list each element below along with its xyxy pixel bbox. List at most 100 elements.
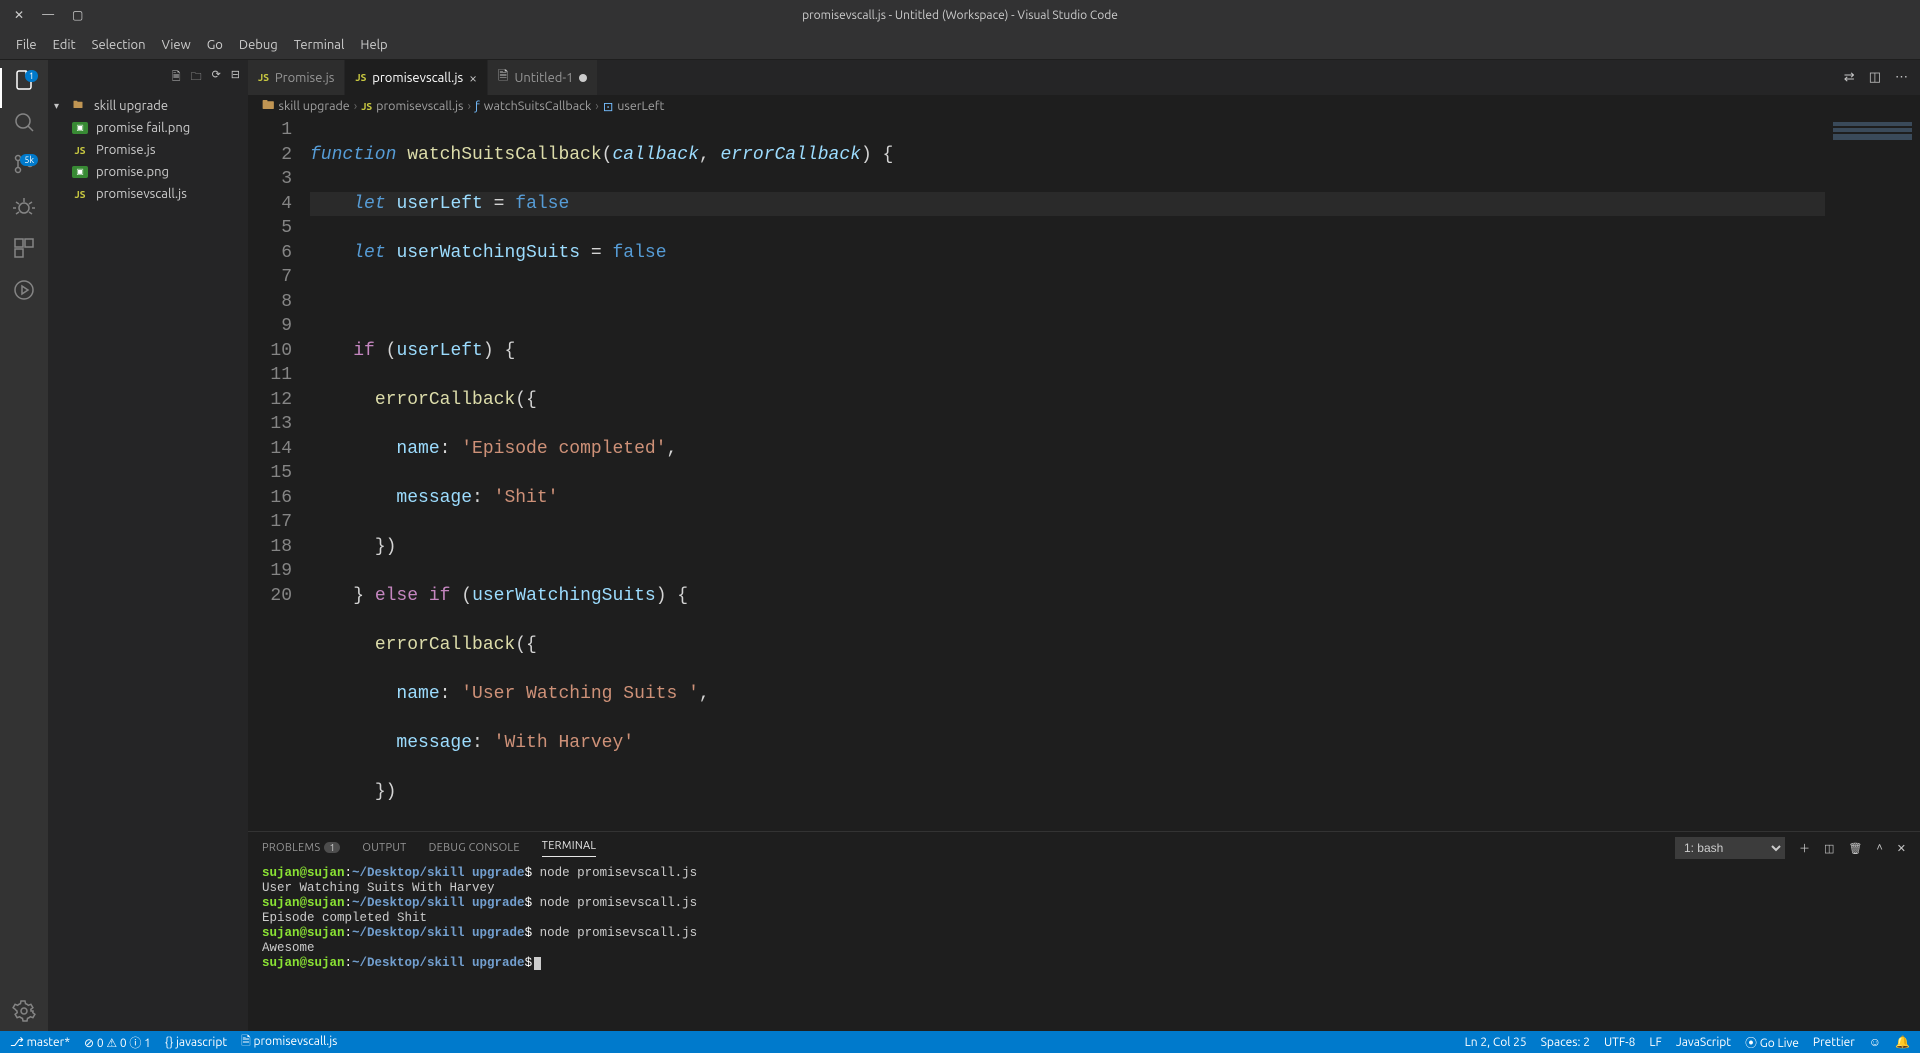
breadcrumb-symbol[interactable]: watchSuitsCallback: [484, 99, 592, 113]
new-folder-icon[interactable]: 🗀: [191, 68, 202, 87]
js-icon: JS: [355, 72, 366, 83]
file-tree: ▾ 🖿 skill upgrade ▣ promise fail.png JS …: [48, 95, 248, 205]
menubar: File Edit Selection View Go Debug Termin…: [0, 30, 1920, 60]
line-number-gutter: 1 2 3 4 5 6 7 8 9 10 11 12 13 14 15 16 1…: [248, 117, 310, 831]
file-label: promise fail.png: [96, 121, 190, 135]
activity-bar: 1 5k: [0, 60, 48, 1031]
status-bar: ⎇ master* ⊘ 0 ⚠ 0 ⓘ 1 {} javascript 🗎 pr…: [0, 1031, 1920, 1053]
dirty-indicator-icon: [579, 74, 587, 82]
tab-label: Promise.js: [275, 71, 335, 85]
terminal-select[interactable]: 1: bash: [1675, 837, 1785, 859]
status-line-col[interactable]: Ln 2, Col 25: [1465, 1036, 1527, 1049]
tab-label: Untitled-1: [515, 71, 574, 85]
panel-tab-problems[interactable]: PROBLEMS1: [262, 842, 340, 854]
status-spaces[interactable]: Spaces: 2: [1541, 1036, 1590, 1049]
file-label: Promise.js: [96, 143, 156, 157]
scm-badge: 5k: [20, 154, 38, 166]
breadcrumb-file[interactable]: promisevscall.js: [376, 99, 463, 113]
breadcrumb-folder[interactable]: skill upgrade: [279, 99, 350, 113]
editor-group: JS Promise.js JS promisevscall.js × 🗎 Un…: [248, 60, 1920, 1031]
folder-icon: 🖿: [70, 98, 86, 114]
panel-tab-terminal[interactable]: TERMINAL: [542, 840, 597, 857]
status-errors[interactable]: ⊘ 0 ⚠ 0 ⓘ 1: [84, 1034, 151, 1051]
terminal-output: Awesome: [262, 941, 1906, 956]
symbol-variable-icon: ⊡: [603, 99, 613, 114]
panel-tab-output[interactable]: OUTPUT: [362, 842, 406, 854]
file-promise-js[interactable]: JS Promise.js: [48, 139, 248, 161]
folder-icon: 🖿: [262, 96, 275, 117]
close-panel-icon[interactable]: ✕: [1897, 842, 1906, 855]
breadcrumb-symbol[interactable]: userLeft: [617, 99, 664, 113]
maximize-panel-icon[interactable]: ˄: [1876, 842, 1882, 854]
folder-skill-upgrade[interactable]: ▾ 🖿 skill upgrade: [48, 95, 248, 117]
status-prettier[interactable]: Prettier: [1813, 1036, 1855, 1049]
settings-gear-icon[interactable]: [12, 999, 36, 1023]
code-editor[interactable]: function watchSuitsCallback(callback, er…: [310, 117, 1825, 831]
image-icon: ▣: [72, 166, 88, 178]
terminal-cursor: [534, 957, 541, 970]
minimize-icon[interactable]: —: [42, 8, 54, 22]
status-file[interactable]: 🗎 promisevscall.js: [241, 1032, 337, 1053]
menu-edit[interactable]: Edit: [45, 38, 84, 52]
source-control-icon[interactable]: 5k: [12, 152, 36, 176]
file-promise-png[interactable]: ▣ promise.png: [48, 161, 248, 183]
file-icon: 🗎: [498, 67, 508, 89]
menu-go[interactable]: Go: [199, 38, 231, 52]
extensions-icon[interactable]: [12, 236, 36, 260]
status-bell-icon[interactable]: 🔔: [1895, 1035, 1910, 1049]
js-icon: JS: [361, 101, 372, 112]
file-label: promisevscall.js: [96, 187, 187, 201]
status-encoding[interactable]: UTF-8: [1604, 1036, 1635, 1049]
sidebar: EXPLORER 🗎 🗀 ⟳ ⊟ ▾ 🖿 skill upgrade ▣ pro…: [48, 60, 248, 1031]
status-language[interactable]: JavaScript: [1676, 1036, 1731, 1049]
split-terminal-icon[interactable]: ◫: [1824, 842, 1834, 855]
image-icon: ▣: [72, 122, 88, 134]
compare-icon[interactable]: ⇄: [1844, 70, 1855, 85]
split-editor-icon[interactable]: ◫: [1869, 70, 1881, 85]
menu-file[interactable]: File: [8, 38, 45, 52]
menu-terminal[interactable]: Terminal: [286, 38, 353, 52]
status-eol[interactable]: LF: [1649, 1036, 1661, 1049]
kill-terminal-icon[interactable]: 🗑: [1848, 842, 1862, 855]
window-controls: ✕ — ▢: [0, 8, 83, 22]
menu-debug[interactable]: Debug: [231, 38, 286, 52]
new-terminal-icon[interactable]: ＋: [1799, 840, 1810, 856]
more-icon[interactable]: ⋯: [1895, 70, 1908, 85]
tab-promise-js[interactable]: JS Promise.js: [248, 60, 345, 95]
tab-untitled-1[interactable]: 🗎 Untitled-1: [488, 60, 598, 95]
collapse-icon[interactable]: ⊟: [231, 68, 240, 87]
problems-badge: 1: [324, 842, 340, 853]
panel-tab-debug-console[interactable]: DEBUG CONSOLE: [429, 842, 520, 854]
live-share-icon[interactable]: [12, 278, 36, 302]
status-lang-mode[interactable]: {} javascript: [165, 1036, 227, 1049]
tab-label: promisevscall.js: [372, 71, 463, 85]
explorer-icon[interactable]: 1: [12, 68, 36, 92]
breadcrumbs[interactable]: 🖿 skill upgrade › JS promisevscall.js › …: [248, 95, 1920, 117]
folder-label: skill upgrade: [94, 99, 168, 113]
tab-promisevscall-js[interactable]: JS promisevscall.js ×: [345, 60, 488, 95]
debug-icon[interactable]: [12, 194, 36, 218]
file-promisevscall-js[interactable]: JS promisevscall.js: [48, 183, 248, 205]
refresh-icon[interactable]: ⟳: [212, 68, 221, 87]
file-promise-fail-png[interactable]: ▣ promise fail.png: [48, 117, 248, 139]
menu-view[interactable]: View: [154, 38, 199, 52]
file-label: promise.png: [96, 165, 169, 179]
close-tab-icon[interactable]: ×: [469, 70, 477, 86]
menu-help[interactable]: Help: [352, 38, 395, 52]
maximize-icon[interactable]: ▢: [72, 8, 83, 22]
status-feedback-icon[interactable]: ☺: [1869, 1035, 1881, 1049]
status-golive[interactable]: ⦿ Go Live: [1745, 1034, 1799, 1051]
window-title: promisevscall.js - Untitled (Workspace) …: [802, 9, 1118, 22]
menu-selection[interactable]: Selection: [84, 38, 154, 52]
js-icon: JS: [72, 186, 88, 202]
search-icon[interactable]: [12, 110, 36, 134]
editor-area[interactable]: 1 2 3 4 5 6 7 8 9 10 11 12 13 14 15 16 1…: [248, 117, 1920, 831]
new-file-icon[interactable]: 🗎: [172, 68, 181, 87]
minimap[interactable]: [1825, 117, 1920, 831]
titlebar: ✕ — ▢ promisevscall.js - Untitled (Works…: [0, 0, 1920, 30]
terminal-output: User Watching Suits With Harvey: [262, 881, 1906, 896]
js-icon: JS: [258, 72, 269, 83]
terminal[interactable]: sujan@sujan:~/Desktop/skill upgrade$ nod…: [248, 864, 1920, 1031]
close-icon[interactable]: ✕: [14, 8, 24, 22]
status-branch[interactable]: ⎇ master*: [10, 1035, 70, 1049]
